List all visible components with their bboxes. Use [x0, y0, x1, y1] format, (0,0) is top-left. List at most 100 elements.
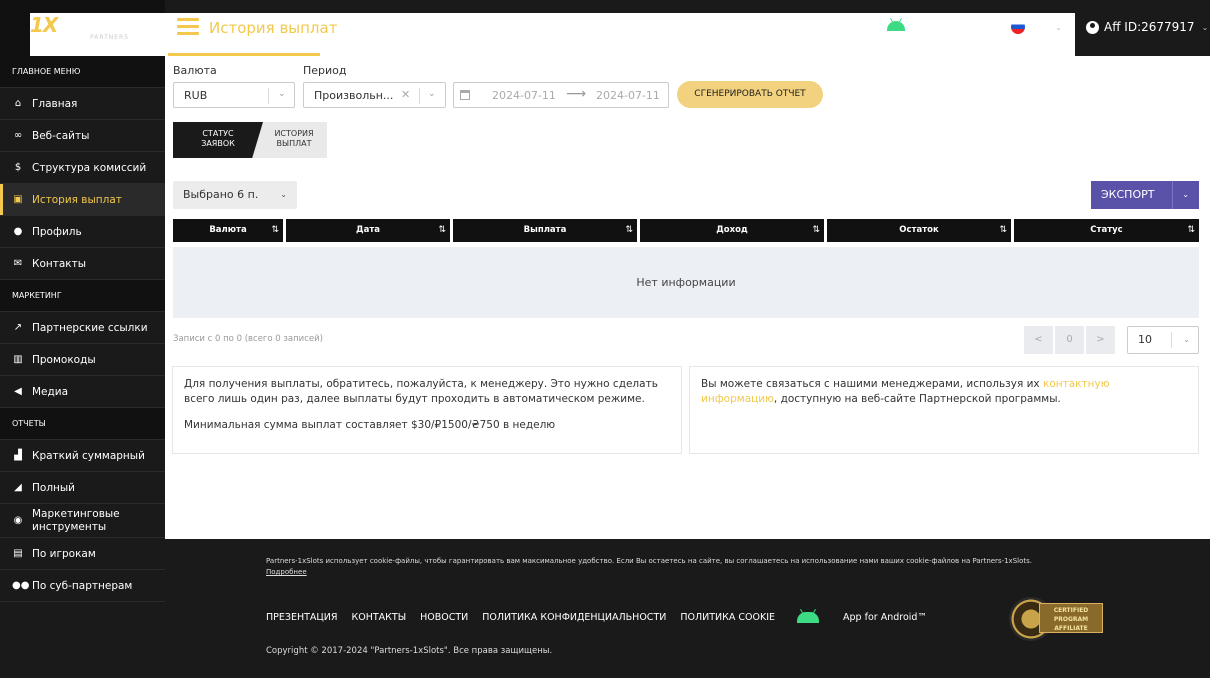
sidebar-item-partner-links[interactable]: ↗ Партнерские ссылки — [0, 312, 165, 344]
footer-android-label: App for Android™ — [843, 612, 927, 623]
date-from[interactable]: 2024-07-11 — [492, 89, 556, 102]
column-header-status[interactable]: Статус ⇅ — [1014, 219, 1199, 242]
currency-select[interactable]: RUB ⌄ — [173, 82, 295, 108]
button-divider — [1172, 181, 1173, 209]
logo[interactable]: 1XSLOTS PARTNERS — [0, 0, 1075, 496]
footer-nav: ПРЕЗЕНТАЦИЯ КОНТАКТЫ НОВОСТИ ПОЛИТИКА КО… — [266, 612, 941, 623]
sidebar-section-main: ГЛАВНОЕ МЕНЮ — [0, 56, 165, 88]
dollar-icon: $ — [14, 161, 22, 173]
sort-icon[interactable]: ⇅ — [999, 219, 1007, 242]
tab-request-status[interactable]: СТАТУС ЗАЯВОК — [173, 122, 263, 158]
tab-label-line2: ЗАЯВОК — [201, 139, 235, 148]
calendar-icon — [460, 90, 470, 100]
select-divider — [268, 88, 269, 104]
column-header-date[interactable]: Дата ⇅ — [286, 219, 453, 242]
contact-text-start: Вы можете связаться с нашими менеджерами… — [701, 378, 1043, 390]
arrow-right-icon: ⟶ — [566, 86, 587, 102]
sidebar-item-label: Партнерские ссылки — [32, 321, 148, 334]
bullhorn-icon: ◀ — [14, 385, 22, 397]
footer-link-contacts[interactable]: КОНТАКТЫ — [352, 612, 407, 623]
per-page-select[interactable]: 10 ⌄ — [1127, 326, 1199, 354]
sidebar-item-full-report[interactable]: ◢ Полный — [0, 472, 165, 504]
sidebar-item-label: Краткий суммарный — [32, 449, 145, 462]
bar-chart-icon: ▟ — [14, 449, 22, 461]
sidebar-item-label: По суб-партнерам — [32, 579, 133, 592]
main-content: Валюта RUB ⌄ Период Произвольн... ✕ ⌄ 20… — [165, 56, 1210, 539]
footer-link-presentation[interactable]: ПРЕЗЕНТАЦИЯ — [266, 612, 338, 623]
cookie-more-link[interactable]: Подробнее — [266, 568, 307, 576]
aff-id-label: Aff ID:2677917 — [1104, 20, 1195, 34]
barcode-icon: ▥ — [13, 353, 23, 365]
hamburger-menu-icon[interactable] — [177, 18, 199, 36]
sort-icon[interactable]: ⇅ — [1187, 219, 1195, 242]
badge-ribbon: CERTIFIED PROGRAM AFFILIATE — [1039, 603, 1103, 633]
columns-selector[interactable]: Выбрано 6 п. ⌄ — [173, 181, 297, 209]
sidebar-item-payout-history[interactable]: ▣ История выплат — [0, 184, 165, 216]
sidebar-item-commissions[interactable]: $ Структура комиссий — [0, 152, 165, 184]
chevron-down-icon: ⌄ — [1201, 22, 1209, 32]
column-title: Дата — [356, 225, 380, 235]
sidebar-item-home[interactable]: ⌂ Главная — [0, 88, 165, 120]
android-app-label: App for Android™ — [913, 20, 1002, 31]
clear-icon[interactable]: ✕ — [401, 88, 410, 101]
sidebar-item-promocodes[interactable]: ▥ Промокоды — [0, 344, 165, 376]
sort-icon[interactable]: ⇅ — [438, 219, 446, 242]
currency-value: RUB — [184, 88, 208, 102]
table-header: Валюта ⇅ Дата ⇅ Выплата ⇅ Доход ⇅ Остаток ⇅ С… — [173, 219, 1199, 242]
sidebar-item-media[interactable]: ◀ Медиа — [0, 376, 165, 408]
sort-icon[interactable]: ⇅ — [271, 219, 279, 242]
footer-link-news[interactable]: НОВОСТИ — [420, 612, 468, 623]
current-page[interactable]: 0 — [1055, 326, 1084, 354]
badge-line: AFFILIATE — [1054, 625, 1088, 632]
sort-icon[interactable]: ⇅ — [812, 219, 820, 242]
column-title: Доход — [716, 225, 748, 235]
sort-icon[interactable]: ⇅ — [625, 219, 633, 242]
export-button[interactable]: ЭКСПОРТ ⌄ — [1091, 181, 1199, 209]
next-page-button[interactable]: > — [1086, 326, 1115, 354]
language-selector[interactable]: RU ⌄ — [1011, 20, 1062, 34]
footer-link-cookie-policy[interactable]: ПОЛИТИКА COOKIE — [680, 612, 775, 623]
footer-android-link[interactable]: App for Android™ — [797, 612, 941, 623]
column-header-income[interactable]: Доход ⇅ — [640, 219, 827, 242]
android-app-link[interactable]: App for Android™ — [887, 20, 1001, 31]
column-header-payout[interactable]: Выплата ⇅ — [453, 219, 640, 242]
sidebar-item-label: Профиль — [32, 225, 82, 238]
sidebar-item-label: Структура комиссий — [32, 161, 147, 174]
id-card-icon: ▤ — [13, 547, 23, 559]
sidebar-item-by-players[interactable]: ▤ По игрокам — [0, 538, 165, 570]
date-to[interactable]: 2024-07-11 — [596, 89, 660, 102]
money-icon: ▣ — [13, 193, 23, 205]
top-header: 1XSLOTS PARTNERS История выплат App for … — [0, 0, 1210, 496]
column-header-balance[interactable]: Остаток ⇅ — [827, 219, 1014, 242]
prev-page-button[interactable]: < — [1024, 326, 1053, 354]
column-header-currency[interactable]: Валюта ⇅ — [173, 219, 286, 242]
contact-info-text: Вы можете связаться с нашими менеджерами… — [701, 377, 1187, 407]
sidebar-item-profile[interactable]: ● Профиль — [0, 216, 165, 248]
period-select[interactable]: Произвольн... ✕ ⌄ — [303, 82, 446, 108]
pagination: < 0 > — [1024, 326, 1115, 354]
android-icon — [797, 612, 820, 623]
home-icon: ⌂ — [14, 97, 22, 109]
language-label: RU — [1030, 21, 1045, 33]
sidebar-item-summary-report[interactable]: ▟ Краткий суммарный — [0, 440, 165, 472]
footer-link-privacy[interactable]: ПОЛИТИКА КОНФИДЕНЦИАЛЬНОСТИ — [482, 612, 666, 623]
currency-label: Валюта — [173, 64, 217, 77]
generate-report-button[interactable]: СГЕНЕРИРОВАТЬ ОТЧЕТ — [677, 81, 823, 108]
period-value: Произвольн... — [314, 88, 394, 102]
tab-label-line1: ИСТОРИЯ — [274, 129, 314, 138]
sidebar-item-label: Полный — [32, 481, 76, 494]
sidebar-item-marketing-tools[interactable]: ◉ Маркетинговые инструменты — [0, 504, 165, 538]
minimum-payout-text: Минимальная сумма выплат составляет $30/… — [184, 419, 556, 431]
sidebar-item-contacts[interactable]: ✉ Контакты — [0, 248, 165, 280]
date-range-picker[interactable]: 2024-07-11 ⟶ 2024-07-11 — [453, 82, 669, 108]
cookie-notice: Partners-1xSlots использует cookie-файлы… — [266, 556, 1146, 578]
external-link-icon: ↗ — [13, 321, 23, 333]
column-title: Остаток — [899, 225, 939, 235]
area-chart-icon: ◢ — [14, 481, 22, 493]
sidebar-item-label: Промокоды — [32, 353, 96, 366]
account-menu[interactable]: Aff ID:2677917 ⌄ — [1086, 20, 1208, 34]
sidebar-item-websites[interactable]: ∞ Веб-сайты — [0, 120, 165, 152]
sidebar-item-by-subpartners[interactable]: ●● По суб-партнерам — [0, 570, 165, 602]
chevron-down-icon: ⌄ — [278, 89, 286, 99]
chevron-down-icon: ⌄ — [1182, 190, 1189, 199]
